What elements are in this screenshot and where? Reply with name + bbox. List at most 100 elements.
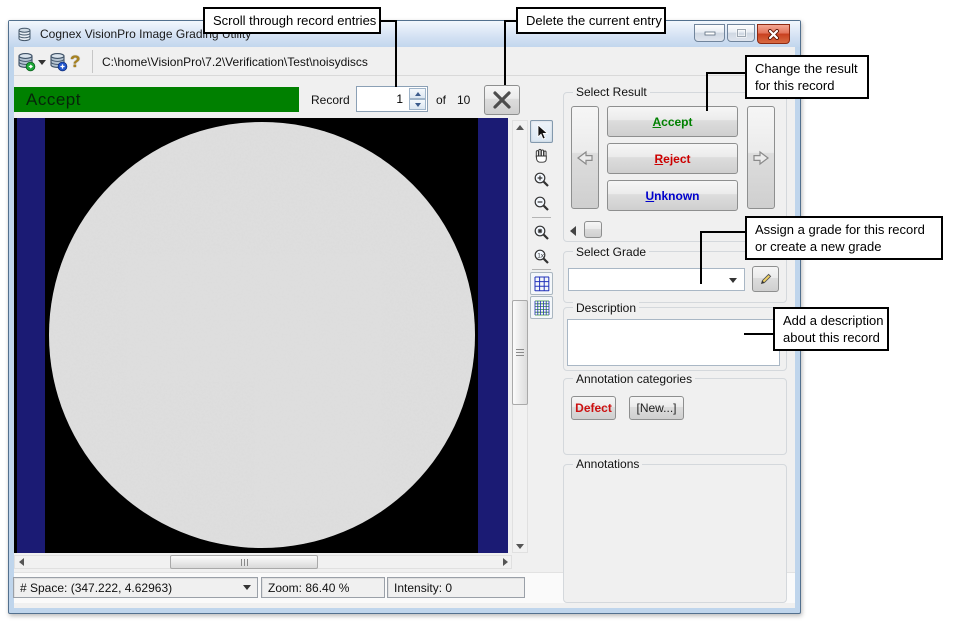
callout-assign-grade: Assign a grade for this record or create… — [745, 216, 943, 260]
zoom-in-tool-button[interactable] — [530, 168, 553, 191]
spin-down-icon — [415, 103, 421, 107]
pointer-tool-button[interactable] — [530, 120, 553, 143]
annotation-categories-label: Annotation categories — [573, 372, 695, 386]
open-database-dropdown-icon[interactable] — [38, 60, 46, 65]
grade-dropdown-caret-icon — [729, 278, 737, 283]
status-intensity-text: Intensity: 0 — [394, 581, 452, 595]
status-zoom-text: Zoom: 86.40 % — [268, 581, 349, 595]
horizontal-scroll-thumb[interactable] — [170, 555, 318, 569]
zoom-out-tool-button[interactable] — [530, 192, 553, 215]
scroll-down-button[interactable] — [512, 540, 528, 552]
record-spin-down-button[interactable] — [409, 99, 426, 110]
minimize-button[interactable] — [694, 24, 725, 42]
callout-connector — [504, 20, 506, 85]
record-total: 10 — [457, 93, 470, 107]
edit-grade-button[interactable] — [752, 266, 779, 292]
scroll-down-icon — [516, 544, 524, 549]
arrow-right-icon — [752, 149, 770, 167]
callout-add-description: Add a description about this record — [773, 307, 889, 351]
tool-separator — [532, 269, 551, 270]
image-display[interactable] — [14, 118, 508, 553]
callout-change-result: Change the result for this record — [745, 55, 869, 99]
save-database-icon[interactable] — [48, 52, 68, 72]
dense-grid-icon — [534, 300, 550, 316]
result-banner: Accept — [14, 87, 299, 112]
status-space-text: # Space: (347.222, 4.62963) — [20, 581, 172, 595]
zoom-1x-tool-button[interactable]: 1x — [530, 245, 553, 268]
scroll-right-icon — [503, 558, 508, 566]
close-button[interactable] — [757, 24, 790, 44]
restore-button[interactable] — [727, 24, 755, 42]
record-spinner — [409, 88, 426, 110]
of-label: of — [436, 93, 446, 107]
zoom-out-icon — [533, 195, 550, 212]
right-navy-bar — [478, 118, 508, 553]
record-image — [14, 118, 508, 553]
select-result-label: Select Result — [573, 85, 650, 99]
minimize-icon — [704, 30, 716, 36]
zoom-fit-icon — [533, 224, 550, 241]
record-label: Record — [311, 93, 350, 107]
screenshot-stage: Cognex VisionPro Image Grading Utility ?… — [0, 0, 956, 622]
scroll-left-icon — [19, 558, 24, 566]
grade-dropdown[interactable] — [568, 268, 745, 291]
defect-category-button[interactable]: Defect — [571, 396, 616, 420]
result-scroll-left-icon[interactable] — [570, 226, 576, 236]
description-input[interactable] — [567, 319, 780, 366]
callout-connector — [395, 20, 397, 87]
accept-button[interactable]: Accept — [607, 106, 738, 137]
grade-dropdown-value — [569, 271, 573, 285]
select-grade-label: Select Grade — [573, 245, 649, 259]
scroll-up-icon — [516, 125, 524, 130]
result-scroll-thumb[interactable] — [584, 221, 602, 238]
pencil-icon — [759, 272, 773, 286]
callout-connector — [744, 333, 773, 335]
pointer-icon — [534, 124, 550, 140]
callout-connector — [700, 231, 702, 284]
svg-text:1x: 1x — [537, 252, 545, 259]
callout-scroll-records: Scroll through record entries — [203, 7, 381, 34]
scroll-up-button[interactable] — [512, 121, 528, 133]
new-category-button[interactable]: [New...] — [629, 396, 684, 420]
tool-separator — [532, 217, 551, 218]
record-spinbox — [356, 86, 428, 112]
next-record-button[interactable] — [747, 106, 775, 209]
status-dropdown-icon — [243, 585, 251, 590]
status-zoom: Zoom: 86.40 % — [261, 577, 385, 598]
arrow-left-icon — [576, 149, 594, 167]
hand-icon — [533, 147, 550, 164]
pan-tool-button[interactable] — [530, 144, 553, 167]
help-icon[interactable]: ? — [70, 52, 86, 72]
vertical-scroll-thumb[interactable] — [512, 300, 528, 405]
unknown-button[interactable]: Unknown — [607, 180, 738, 211]
status-intensity: Intensity: 0 — [387, 577, 525, 598]
status-space-selector[interactable]: # Space: (347.222, 4.62963) — [13, 577, 258, 598]
left-navy-bar — [17, 118, 45, 553]
scroll-left-button[interactable] — [14, 555, 28, 569]
callout-connector — [706, 72, 708, 111]
callout-connector — [706, 72, 745, 74]
delete-record-button[interactable] — [484, 85, 520, 115]
spin-up-icon — [415, 92, 421, 96]
database-path: C:\home\VisionPro\7.2\Verification\Test\… — [102, 55, 368, 69]
scroll-right-button[interactable] — [498, 555, 512, 569]
grid-tool-button[interactable] — [530, 272, 553, 295]
toolbar-separator — [92, 50, 93, 73]
dense-grid-tool-button[interactable] — [530, 296, 553, 319]
previous-record-button[interactable] — [571, 106, 599, 209]
zoom-1x-icon: 1x — [533, 248, 550, 265]
delete-x-icon — [491, 89, 513, 111]
open-database-icon[interactable] — [16, 52, 36, 72]
title-bar[interactable]: Cognex VisionPro Image Grading Utility — [9, 21, 800, 47]
result-banner-text: Accept — [26, 90, 81, 110]
grid-icon — [534, 276, 550, 292]
app-database-icon — [17, 27, 32, 42]
zoom-in-icon — [533, 171, 550, 188]
restore-icon — [736, 28, 747, 38]
close-icon — [767, 29, 780, 40]
zoom-fit-tool-button[interactable] — [530, 221, 553, 244]
reject-button[interactable]: Reject — [607, 143, 738, 174]
record-spin-up-button[interactable] — [409, 88, 426, 99]
description-label: Description — [573, 301, 639, 315]
annotations-label: Annotations — [573, 457, 642, 471]
